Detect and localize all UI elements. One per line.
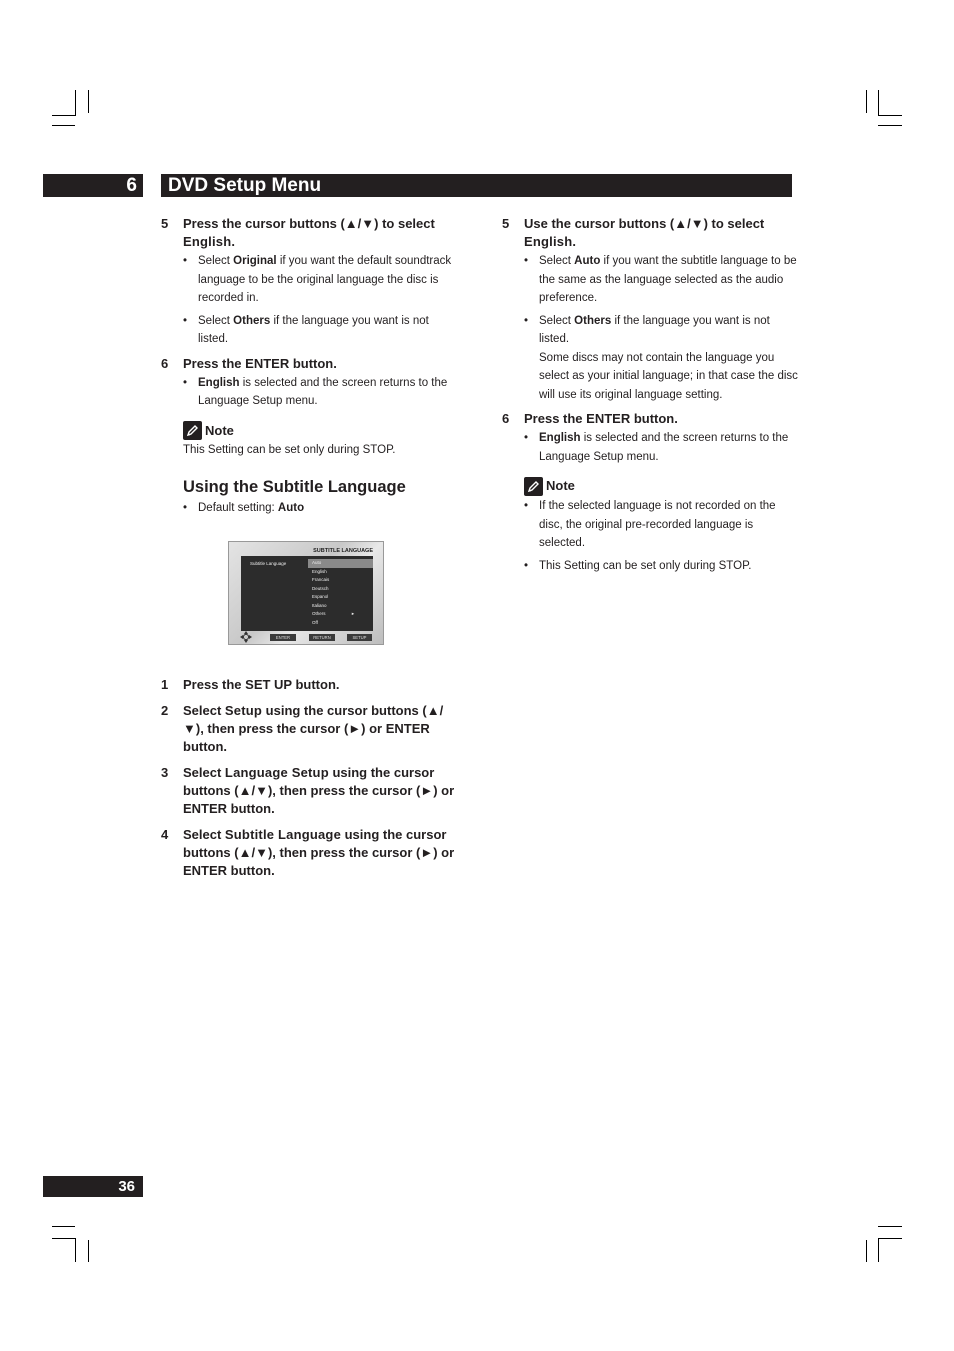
screen-option: Auto (308, 559, 373, 568)
bullet-extra-text: Some discs may not contain the language … (539, 351, 798, 401)
bullet-item: Select Original if you want the default … (161, 252, 461, 308)
step-3: 3 Select Language Setup using the cursor… (161, 764, 461, 818)
screen-title: SUBTITLE LANGUAGE (313, 548, 373, 554)
step-text: . (572, 234, 576, 249)
screen-option: Deutsch (312, 585, 329, 591)
step-number: 5 (161, 216, 169, 231)
directional-pad-icon (240, 631, 252, 643)
default-setting: Default setting: Auto (161, 499, 461, 518)
step-text: Press the SET UP button. (183, 677, 340, 692)
step-text: . (231, 234, 235, 249)
screen-panel: Subtitle Language Auto English Francais … (241, 556, 373, 631)
step-6-left: 6 Press the ENTER button. (161, 355, 461, 373)
left-steps: 1 Press the SET UP button. 2 Select Setu… (161, 676, 461, 880)
screen-return-button: RETURN (309, 634, 335, 641)
step-number: 5 (502, 216, 510, 231)
step-emphasis: English (524, 234, 573, 249)
note-heading: Note (502, 476, 802, 496)
bullet-list: English is selected and the screen retur… (502, 429, 802, 466)
screen-option-others: Others ► (308, 610, 373, 619)
bullet-text: Default setting: (198, 501, 278, 514)
bullet-item: Select Others if the language you want i… (502, 312, 802, 405)
step-emphasis: Subtitle Language (224, 827, 341, 842)
step-number: 6 (161, 355, 169, 371)
bullet-item: English is selected and the screen retur… (161, 374, 461, 411)
step-text: Press the cursor buttons (▲/▼) to select (183, 216, 435, 231)
screen-option: Others (312, 611, 326, 616)
bullet-bold: Original (233, 255, 277, 267)
step-emphasis: English (183, 234, 232, 249)
note-label: Note (546, 478, 575, 493)
step-text: Use the cursor buttons (▲/▼) to select (524, 216, 765, 231)
note-bullet-list: If the selected language is not recorded… (502, 497, 802, 575)
step-6-right: 6 Press the ENTER button. (502, 410, 802, 428)
bullet-list: Select Auto if you want the subtitle lan… (502, 252, 802, 404)
bullet-bold: Others (574, 314, 612, 327)
step-number: 2 (161, 703, 169, 718)
note-bullet: If the selected language is not recorded… (502, 497, 802, 553)
screen-label: Subtitle Language (250, 561, 287, 566)
step-text: Select (183, 703, 225, 718)
right-column: 5 Use the cursor buttons (▲/▼) to select… (502, 215, 802, 579)
step-1: 1 Press the SET UP button. (161, 676, 461, 694)
default-value: Auto (277, 501, 305, 514)
screen-option: Francais (312, 577, 330, 582)
screen-option: Italiano (312, 602, 327, 608)
subtitle-language-screen: SUBTITLE LANGUAGE Subtitle Language Auto… (228, 541, 384, 645)
bullet-bold: Auto (574, 255, 601, 267)
step-5-left: 5 Press the cursor buttons (▲/▼) to sele… (161, 215, 461, 251)
bullet-text: Select (198, 314, 234, 327)
step-emphasis: Language Setup (224, 765, 329, 780)
step-text: Press the ENTER button. (183, 355, 337, 371)
chapter-title: DVD Setup Menu (168, 175, 322, 196)
page-number: 36 (118, 1178, 135, 1195)
step-number: 3 (161, 765, 169, 780)
step-text: Select (183, 765, 225, 780)
step-text: Press the ENTER button. (524, 411, 678, 426)
pencil-icon (183, 421, 202, 440)
bullet-bold: Others (233, 314, 271, 327)
bullet-text: Select (198, 255, 234, 267)
right-arrow-icon: ► (351, 611, 355, 616)
step-emphasis: Setup (224, 703, 263, 718)
step-5-right: 5 Use the cursor buttons (▲/▼) to select… (502, 215, 802, 251)
screen-setup-button: SETUP (347, 634, 372, 641)
bullet-item: Select Others if the language you want i… (161, 312, 461, 349)
step-number: 6 (502, 411, 510, 426)
bullet-text: Select (539, 314, 575, 327)
bullet-bold: English (198, 376, 240, 389)
screen-options: Auto English Francais Deutsch Espanol It… (308, 559, 373, 627)
note-bullet: This Setting can be set only during STOP… (502, 557, 802, 576)
bullet-list: English is selected and the screen retur… (161, 374, 461, 411)
step-number: 1 (161, 677, 169, 692)
section-title: Using the Subtitle Language (183, 477, 406, 496)
bullet-text: Select (539, 255, 575, 267)
step-4: 4 Select Subtitle Language using the cur… (161, 826, 461, 880)
bullet-item: English is selected and the screen retur… (502, 429, 802, 466)
screen-option: Espanol (312, 594, 329, 599)
bullet-bold: English (539, 432, 581, 444)
pencil-icon (524, 476, 543, 496)
bullet-list: Default setting: Auto (161, 499, 461, 518)
screen-enter-button: ENTER (270, 634, 296, 641)
page-number-bar: 36 (43, 1176, 143, 1197)
note-text: This Setting can be set only during STOP… (183, 443, 396, 456)
step-2: 2 Select Setup using the cursor buttons … (161, 702, 461, 756)
bullet-item: Select Auto if you want the subtitle lan… (502, 252, 802, 308)
chapter-number-bar: 6 (43, 174, 143, 197)
chapter-number: 6 (126, 175, 137, 196)
note-heading: Note (161, 421, 461, 441)
step-text: Select (183, 827, 225, 842)
bullet-list: Select Original if you want the default … (161, 252, 461, 349)
screen-option: English (312, 568, 327, 574)
note-label: Note (205, 422, 234, 438)
screen-option: Off (312, 619, 318, 625)
step-number: 4 (161, 827, 169, 842)
chapter-title-bar: DVD Setup Menu (161, 174, 792, 197)
left-column: 5 Press the cursor buttons (▲/▼) to sele… (161, 215, 461, 521)
